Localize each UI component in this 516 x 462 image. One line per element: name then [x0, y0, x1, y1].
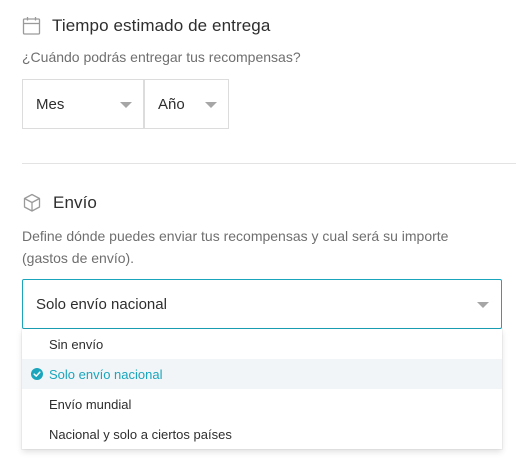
calendar-icon — [22, 16, 42, 36]
caret-down-icon — [205, 102, 217, 108]
shipping-option-nacional-ciertos-paises[interactable]: Nacional y solo a ciertos países — [22, 419, 502, 449]
shipping-help-line-1: Define dónde puedes enviar tus recompens… — [22, 228, 449, 244]
option-label: Sin envío — [49, 336, 104, 352]
option-label: Nacional y solo a ciertos países — [49, 426, 232, 442]
shipping-option-envio-mundial[interactable]: Envío mundial — [22, 389, 502, 419]
shipping-title: Envío — [53, 193, 97, 212]
shipping-option-solo-nacional[interactable]: Solo envío nacional — [22, 359, 502, 389]
shipping-select-value: Solo envío nacional — [36, 295, 167, 313]
section-divider — [22, 163, 516, 164]
shipping-help-line-2: (gastos de envío). — [22, 250, 135, 266]
caret-down-icon — [120, 102, 132, 108]
month-select[interactable]: Mes — [22, 79, 144, 129]
delivery-help-text: ¿Cuándo podrás entregar tus recompensas? — [22, 49, 301, 65]
year-select[interactable]: Año — [144, 79, 229, 129]
delivery-title: Tiempo estimado de entrega — [52, 16, 271, 35]
year-select-value: Año — [158, 95, 185, 113]
shipping-help-text: Define dónde puedes enviar tus recompens… — [22, 225, 448, 269]
shipping-section-header: Envío — [22, 193, 97, 213]
caret-down-icon — [477, 302, 489, 308]
check-circle-icon — [31, 368, 43, 380]
shipping-option-sin-envio[interactable]: Sin envío — [22, 329, 502, 359]
shipping-options-list: Sin envío Solo envío nacional Envío mund… — [22, 329, 502, 449]
option-label: Envío mundial — [49, 396, 132, 412]
shipping-select[interactable]: Solo envío nacional — [22, 279, 502, 329]
box-icon — [22, 193, 42, 213]
delivery-section-header: Tiempo estimado de entrega — [22, 16, 270, 36]
month-select-value: Mes — [36, 95, 65, 113]
option-label: Solo envío nacional — [49, 366, 163, 382]
